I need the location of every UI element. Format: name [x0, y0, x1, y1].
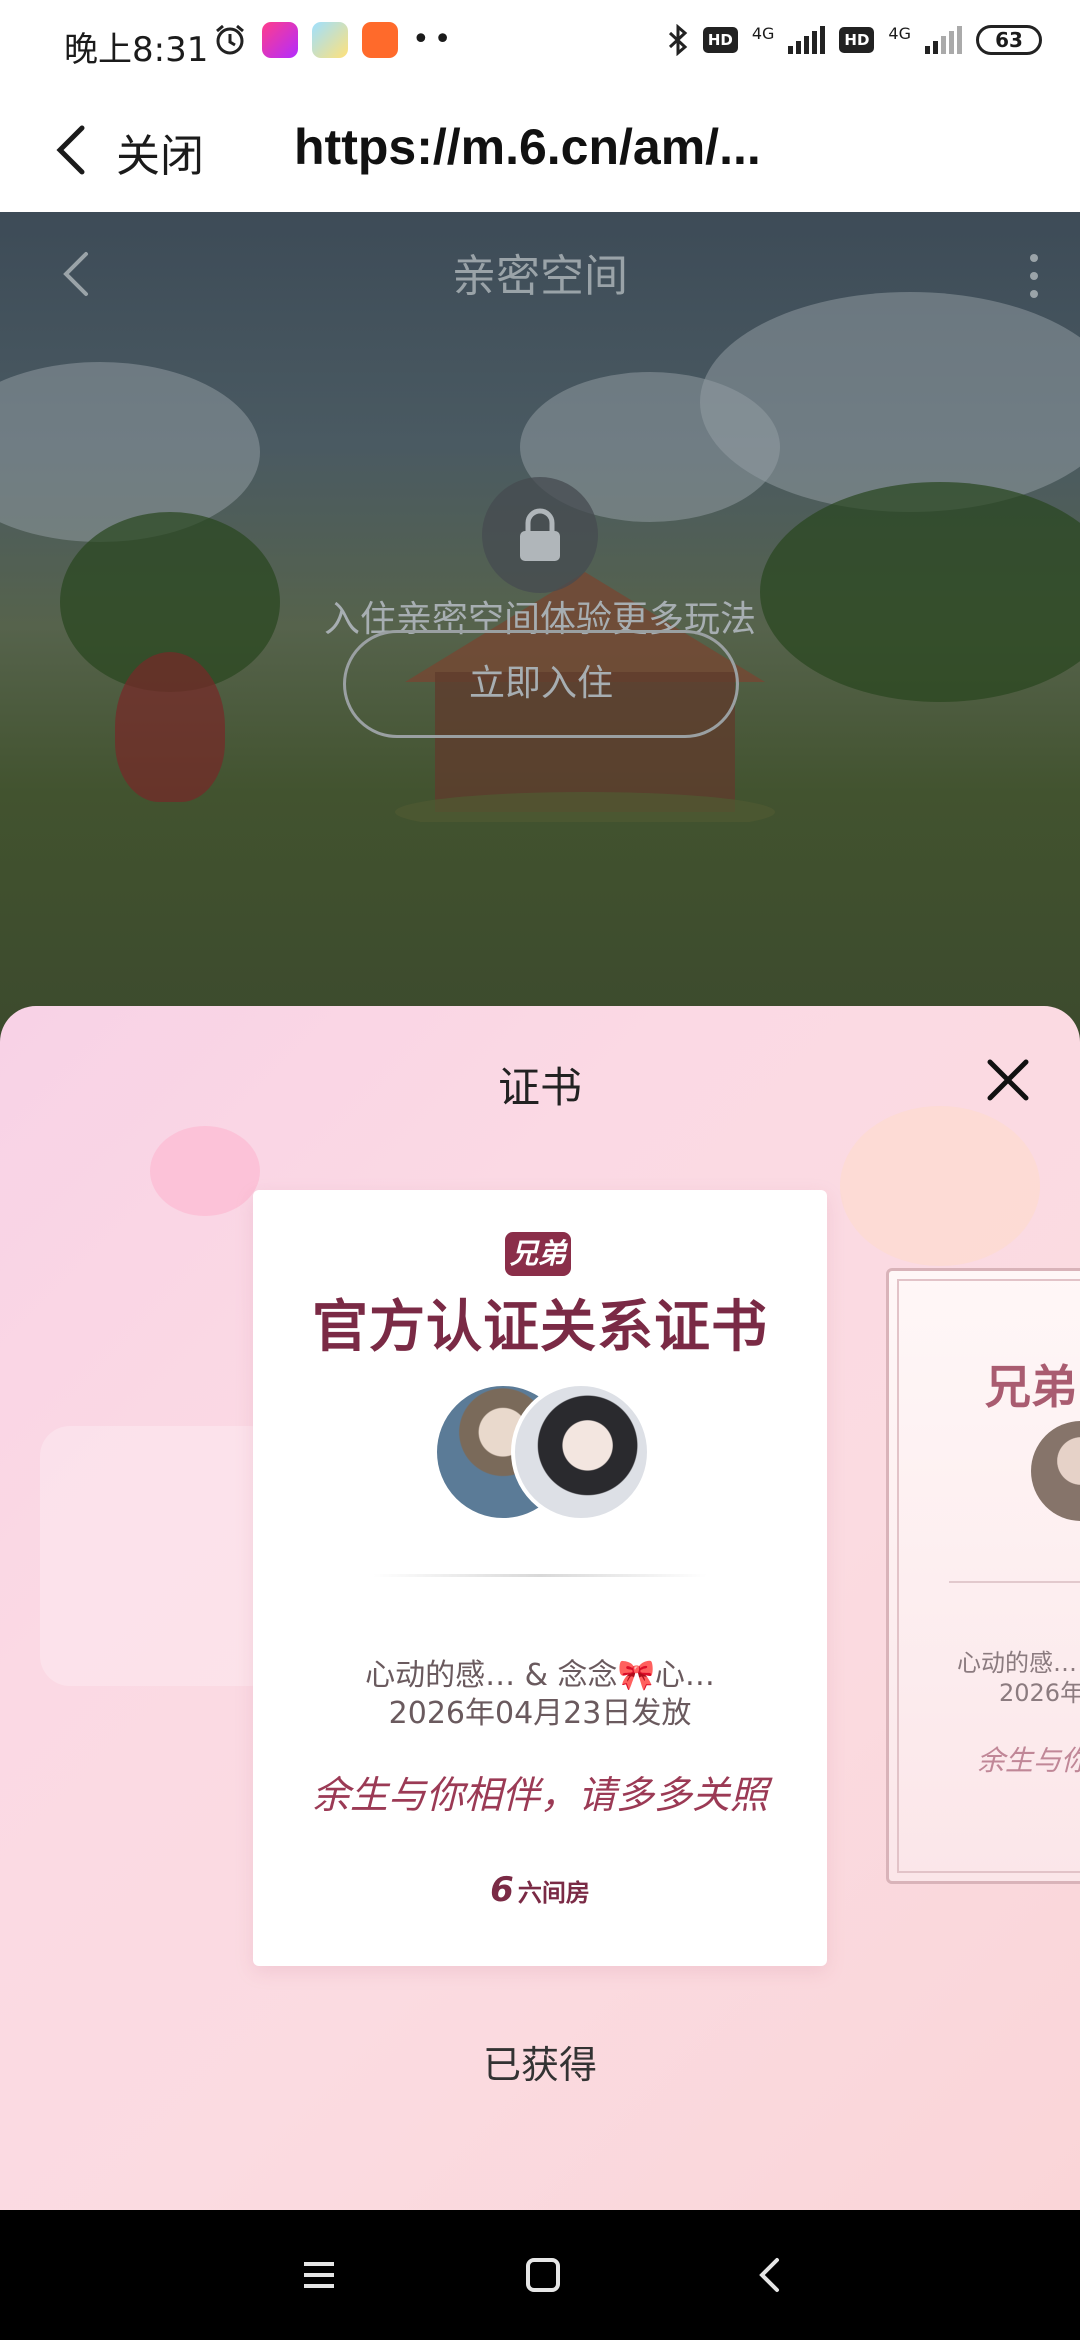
intimate-space-page: 亲密空间 入住亲密空间体验更多玩法 立即入住 — [0, 212, 1080, 1042]
logo-text: 六间房 — [517, 1879, 590, 1907]
menu-icon[interactable] — [294, 2250, 344, 2300]
next-certificate-title: 兄弟1 — [985, 1360, 1080, 1414]
logo-glyph: 6 — [490, 1870, 514, 1910]
app-orange-icon — [362, 22, 398, 58]
browser-toolbar: 关闭 https://m.6.cn/am/... — [0, 86, 1080, 212]
join-now-button[interactable]: 立即入住 — [343, 630, 739, 738]
url-title: https://m.6.cn/am/... — [294, 119, 761, 175]
lock-icon — [520, 508, 560, 561]
relationship-badge: 兄弟 — [505, 1232, 571, 1276]
back-arrow-icon[interactable] — [50, 122, 100, 178]
app-6rooms-icon — [262, 22, 298, 58]
certificate-date: 2026年04月23日发放 — [388, 1696, 692, 1731]
network-label-2: 4G — [888, 24, 911, 43]
signal-icon — [788, 26, 826, 54]
status-bar: 晚上8:31 •• HD 4G HD 4G 63 — [0, 0, 1080, 86]
close-icon[interactable] — [984, 1056, 1032, 1104]
bluetooth-icon — [668, 24, 688, 56]
more-vertical-icon[interactable] — [1026, 248, 1042, 304]
page-title: 亲密空间 — [452, 251, 628, 302]
certificate-sheet: 证书 兄弟 官方认证关系证书 心动的感… & 念念🎀心… 2026年04月23日… — [0, 1006, 1080, 2210]
signal-icon-2 — [925, 26, 962, 54]
status-time: 晚上8:31 — [64, 30, 209, 70]
avatar — [511, 1382, 651, 1522]
next-certificate-card[interactable]: 兄弟1 心动的感… 2026年0 余生与你相 — [886, 1268, 1080, 1884]
alarm-icon — [216, 24, 244, 55]
battery-icon: 63 — [976, 25, 1042, 55]
app-bird-icon — [312, 22, 348, 58]
back-icon[interactable] — [746, 2250, 796, 2300]
hd-badge-2: HD — [839, 27, 875, 53]
next-certificate-date: 2026年0 — [999, 1679, 1080, 1707]
sheet-title: 证书 — [497, 1063, 582, 1112]
divider — [949, 1581, 1080, 1583]
certificate-slogan: 余生与你相伴，请多多关照 — [311, 1773, 768, 1817]
obtained-status: 已获得 — [482, 2043, 597, 2087]
six-rooms-logo: 6 六间房 — [253, 1870, 827, 1910]
more-dots-icon: •• — [412, 22, 456, 57]
close-button[interactable]: 关闭 — [116, 120, 204, 184]
background-decoration — [40, 1426, 280, 1686]
certificate-heading: 官方认证关系证书 — [312, 1295, 768, 1360]
heart-decoration — [150, 1126, 260, 1216]
home-icon[interactable] — [518, 2250, 568, 2300]
background-decoration — [840, 1106, 1040, 1266]
bear-mascot — [115, 652, 225, 802]
hd-badge: HD — [702, 27, 738, 53]
cloud-decoration — [0, 362, 260, 542]
divider — [373, 1574, 707, 1577]
system-nav-bar — [0, 2210, 1080, 2340]
status-left-icons: •• — [212, 22, 455, 58]
status-right-icons: HD 4G HD 4G 63 — [667, 24, 1042, 56]
certificate-card[interactable]: 兄弟 官方认证关系证书 心动的感… & 念念🎀心… 2026年04月23日发放 … — [253, 1190, 827, 1966]
lock-badge — [482, 477, 598, 593]
next-certificate-slogan: 余生与你相 — [977, 1744, 1080, 1777]
network-label: 4G — [751, 24, 775, 43]
